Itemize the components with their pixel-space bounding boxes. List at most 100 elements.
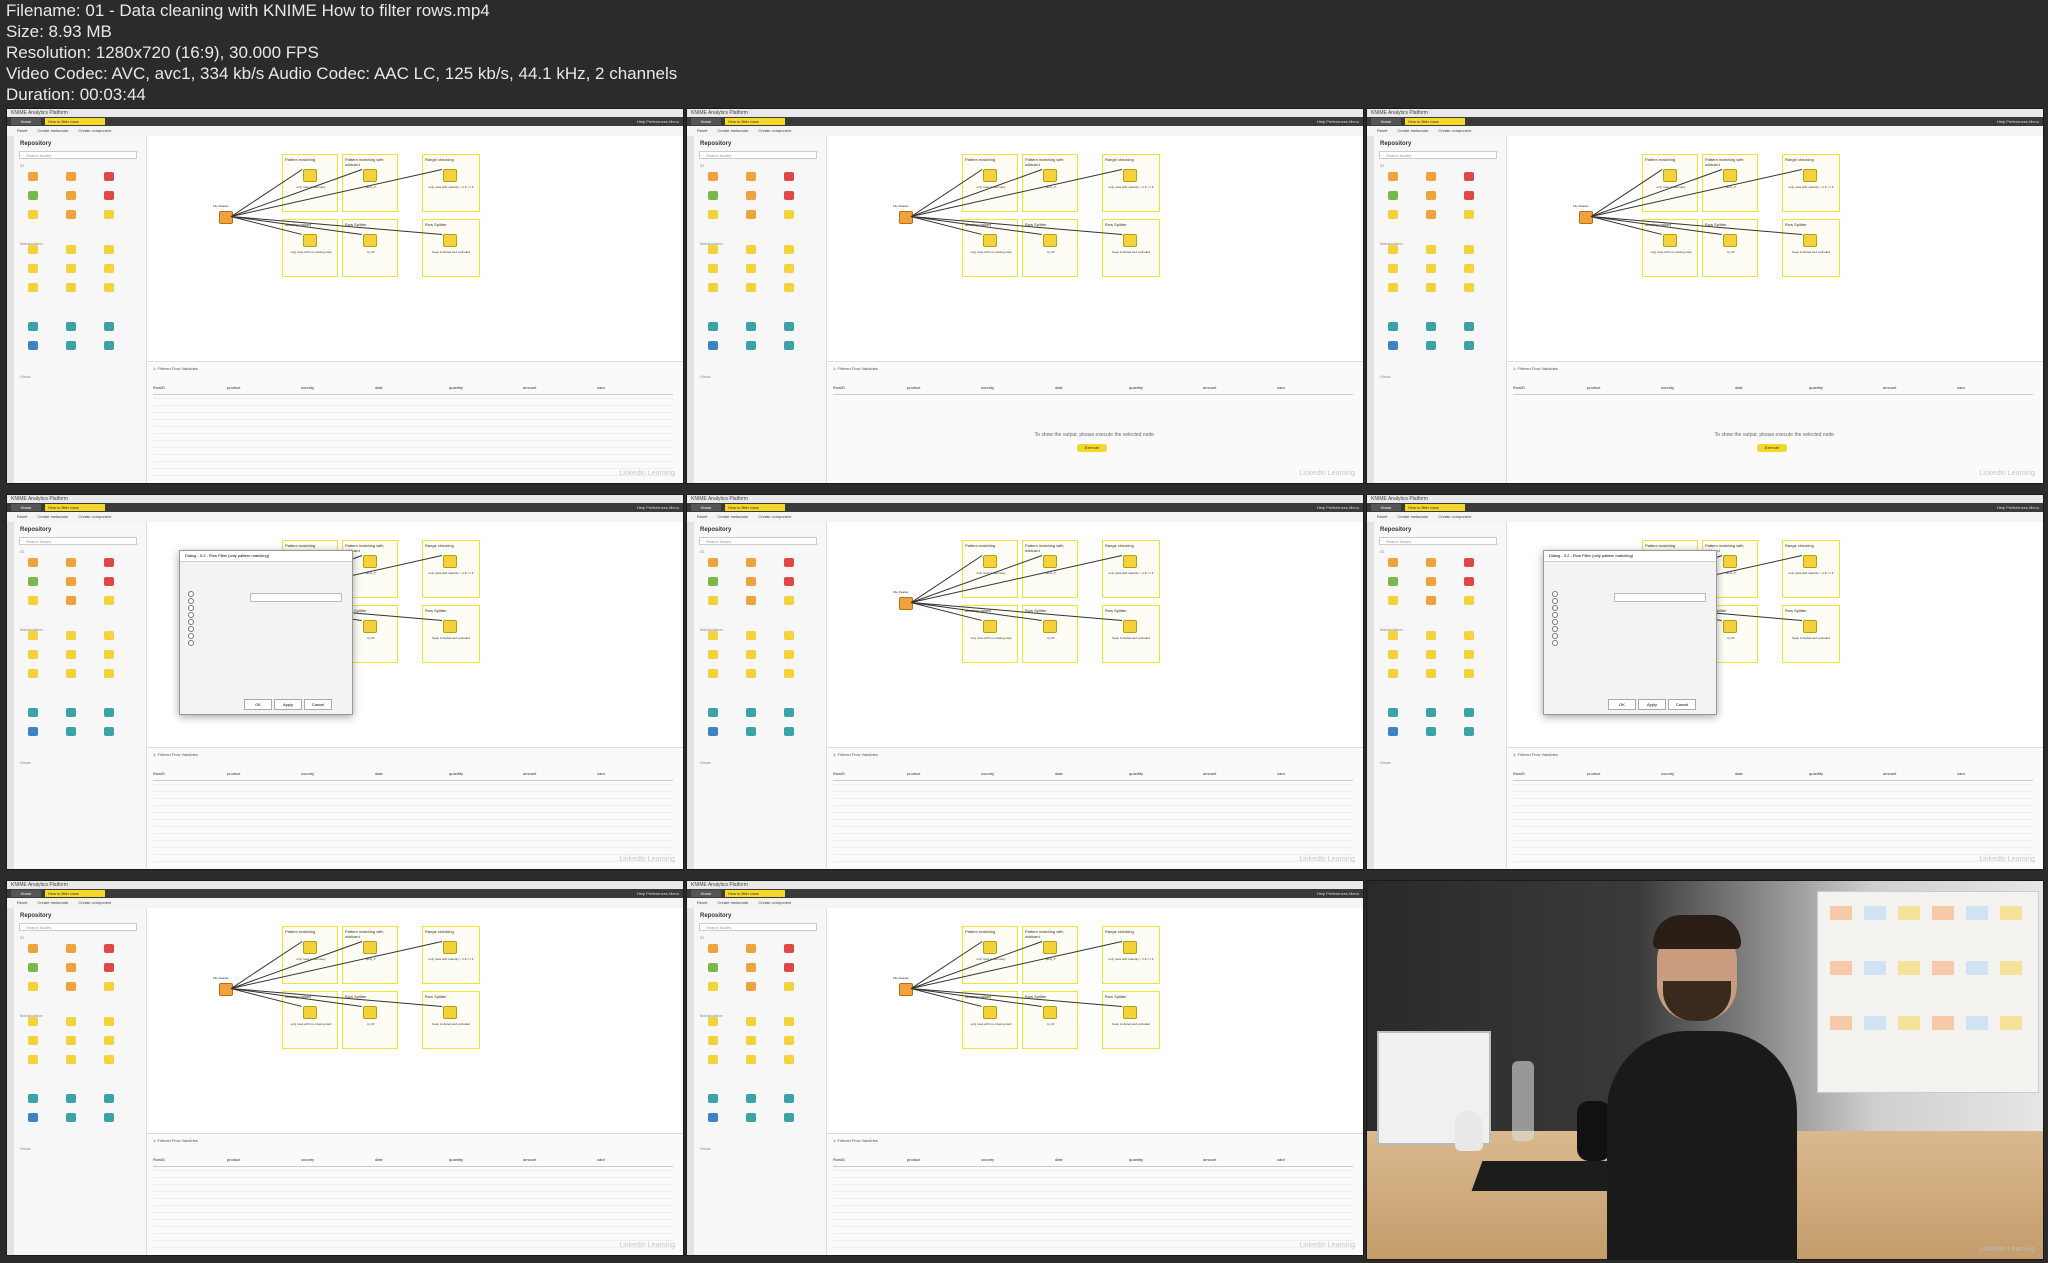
node-repository-icon[interactable] bbox=[746, 944, 756, 953]
workflow-annotation-box[interactable]: Range checking only rows with quantity > … bbox=[1102, 540, 1160, 598]
node-repository-icon[interactable] bbox=[1464, 708, 1474, 717]
row-filter-node[interactable] bbox=[1723, 555, 1737, 568]
tab-workflow[interactable]: How to filter rows bbox=[45, 504, 105, 511]
column-header[interactable]: quantity bbox=[1129, 771, 1143, 776]
node-repository-icon[interactable] bbox=[746, 1113, 756, 1122]
workflow-annotation-box[interactable]: Pattern matching with wildcardprod_1* bbox=[342, 154, 398, 212]
node-repository-icon[interactable] bbox=[746, 558, 756, 567]
toolbar-button[interactable]: Create metanode bbox=[37, 128, 68, 133]
dialog-option-radio[interactable] bbox=[1552, 626, 1558, 632]
row-filter-node[interactable] bbox=[1123, 941, 1137, 954]
node-repository-icon[interactable] bbox=[746, 322, 756, 331]
node-repository-icon[interactable] bbox=[1426, 245, 1436, 254]
node-repository-icon[interactable] bbox=[784, 577, 794, 586]
node-repository-icon[interactable] bbox=[708, 264, 718, 273]
workflow-annotation-box[interactable]: Range checking only rows with quantity > … bbox=[422, 540, 480, 598]
node-repository-icon[interactable] bbox=[784, 322, 794, 331]
node-repository-icon[interactable] bbox=[104, 577, 114, 586]
toolbar-button[interactable]: Reset bbox=[1377, 514, 1387, 519]
node-repository-icon[interactable] bbox=[746, 191, 756, 200]
workflow-annotation-box[interactable]: Row Splitter Keep included and excluded bbox=[1782, 219, 1840, 277]
node-repository-icon[interactable] bbox=[66, 631, 76, 640]
node-repository-icon[interactable] bbox=[66, 708, 76, 717]
row-filter-node[interactable] bbox=[1123, 169, 1137, 182]
node-repository-icon[interactable] bbox=[104, 245, 114, 254]
node-repository-icon[interactable] bbox=[104, 596, 114, 605]
dialog-option-radio[interactable] bbox=[188, 591, 194, 597]
row-filter-node[interactable] bbox=[443, 620, 457, 633]
node-repository-icon[interactable] bbox=[746, 172, 756, 181]
node-repository-icon[interactable] bbox=[1426, 708, 1436, 717]
dialog-option-radio[interactable] bbox=[1552, 598, 1558, 604]
node-repository-icon[interactable] bbox=[1464, 727, 1474, 736]
tab-home[interactable]: Home bbox=[11, 118, 41, 125]
node-repository-icon[interactable] bbox=[746, 669, 756, 678]
toolbar-button[interactable]: Create metanode bbox=[717, 900, 748, 905]
node-repository-icon[interactable] bbox=[28, 558, 38, 567]
node-repository-icon[interactable] bbox=[28, 631, 38, 640]
node-repository-icon[interactable] bbox=[1426, 558, 1436, 567]
tab-home[interactable]: Home bbox=[691, 890, 721, 897]
workflow-annotation-box[interactable]: Row Splitter Keep included and excluded bbox=[1102, 219, 1160, 277]
node-repository-icon[interactable] bbox=[746, 245, 756, 254]
row-filter-node[interactable] bbox=[1803, 169, 1817, 182]
file-reader-node[interactable] bbox=[899, 983, 913, 996]
node-repository-icon[interactable] bbox=[1426, 264, 1436, 273]
node-repository-icon[interactable] bbox=[104, 558, 114, 567]
node-repository-icon[interactable] bbox=[28, 963, 38, 972]
ok-button[interactable]: OK bbox=[244, 699, 272, 710]
top-right-menu[interactable]: Help Preferences Menu bbox=[1317, 890, 1359, 897]
tab-home[interactable]: Home bbox=[691, 118, 721, 125]
workflow-annotation-box[interactable]: Row Splitter Keep included and excluded bbox=[422, 991, 480, 1049]
toolbar-button[interactable]: Create metanode bbox=[1397, 128, 1428, 133]
node-repository-icon[interactable] bbox=[784, 245, 794, 254]
node-repository-icon[interactable] bbox=[1426, 283, 1436, 292]
node-repository-icon[interactable] bbox=[104, 210, 114, 219]
workflow-annotation-box[interactable]: Range checking only rows with quantity > … bbox=[1782, 540, 1840, 598]
node-repository-icon[interactable] bbox=[104, 341, 114, 350]
output-tabs[interactable]: 1: Filtered Flow Variables bbox=[833, 752, 878, 757]
node-repository-icon[interactable] bbox=[784, 1094, 794, 1103]
node-repository-icon[interactable] bbox=[784, 1055, 794, 1064]
row-filter-node[interactable] bbox=[983, 620, 997, 633]
node-repository-icon[interactable] bbox=[708, 727, 718, 736]
node-repository-icon[interactable] bbox=[746, 982, 756, 991]
cancel-button[interactable]: Cancel bbox=[1668, 699, 1696, 710]
node-repository-icon[interactable] bbox=[66, 982, 76, 991]
row-filter-node[interactable] bbox=[1803, 555, 1817, 568]
node-repository-icon[interactable] bbox=[1388, 210, 1398, 219]
top-right-menu[interactable]: Help Preferences Menu bbox=[1317, 504, 1359, 511]
column-header[interactable]: date bbox=[1735, 385, 1743, 390]
node-repository-icon[interactable] bbox=[1388, 631, 1398, 640]
workflow-annotation-box[interactable]: Pattern matching with wildcardprod_1* bbox=[1022, 926, 1078, 984]
node-repository-icon[interactable] bbox=[708, 669, 718, 678]
column-header[interactable]: date bbox=[1735, 771, 1743, 776]
column-header[interactable]: date bbox=[1055, 1157, 1063, 1162]
search-input[interactable]: Search Nodes bbox=[1379, 537, 1497, 545]
node-repository-icon[interactable] bbox=[1464, 558, 1474, 567]
node-repository-icon[interactable] bbox=[66, 1036, 76, 1045]
node-repository-icon[interactable] bbox=[28, 727, 38, 736]
node-repository-icon[interactable] bbox=[104, 1017, 114, 1026]
node-repository-icon[interactable] bbox=[708, 982, 718, 991]
node-repository-icon[interactable] bbox=[66, 669, 76, 678]
dialog-option-radio[interactable] bbox=[188, 640, 194, 646]
node-repository-icon[interactable] bbox=[708, 1017, 718, 1026]
toolbar-button[interactable]: Create component bbox=[78, 514, 111, 519]
node-repository-icon[interactable] bbox=[66, 341, 76, 350]
row-filter-node[interactable] bbox=[303, 1006, 317, 1019]
node-repository-icon[interactable] bbox=[708, 708, 718, 717]
toolbar-button[interactable]: Create component bbox=[78, 128, 111, 133]
column-header[interactable]: card bbox=[1277, 771, 1285, 776]
row-filter-node[interactable] bbox=[1803, 620, 1817, 633]
column-header[interactable]: card bbox=[1277, 1157, 1285, 1162]
row-filter-node[interactable] bbox=[983, 555, 997, 568]
node-repository-icon[interactable] bbox=[1426, 210, 1436, 219]
row-filter-node[interactable] bbox=[443, 169, 457, 182]
node-repository-icon[interactable] bbox=[1388, 341, 1398, 350]
tab-workflow[interactable]: How to filter rows bbox=[725, 504, 785, 511]
node-repository-icon[interactable] bbox=[746, 283, 756, 292]
column-header[interactable]: product bbox=[907, 385, 920, 390]
column-header[interactable]: product bbox=[907, 771, 920, 776]
node-repository-icon[interactable] bbox=[66, 1094, 76, 1103]
